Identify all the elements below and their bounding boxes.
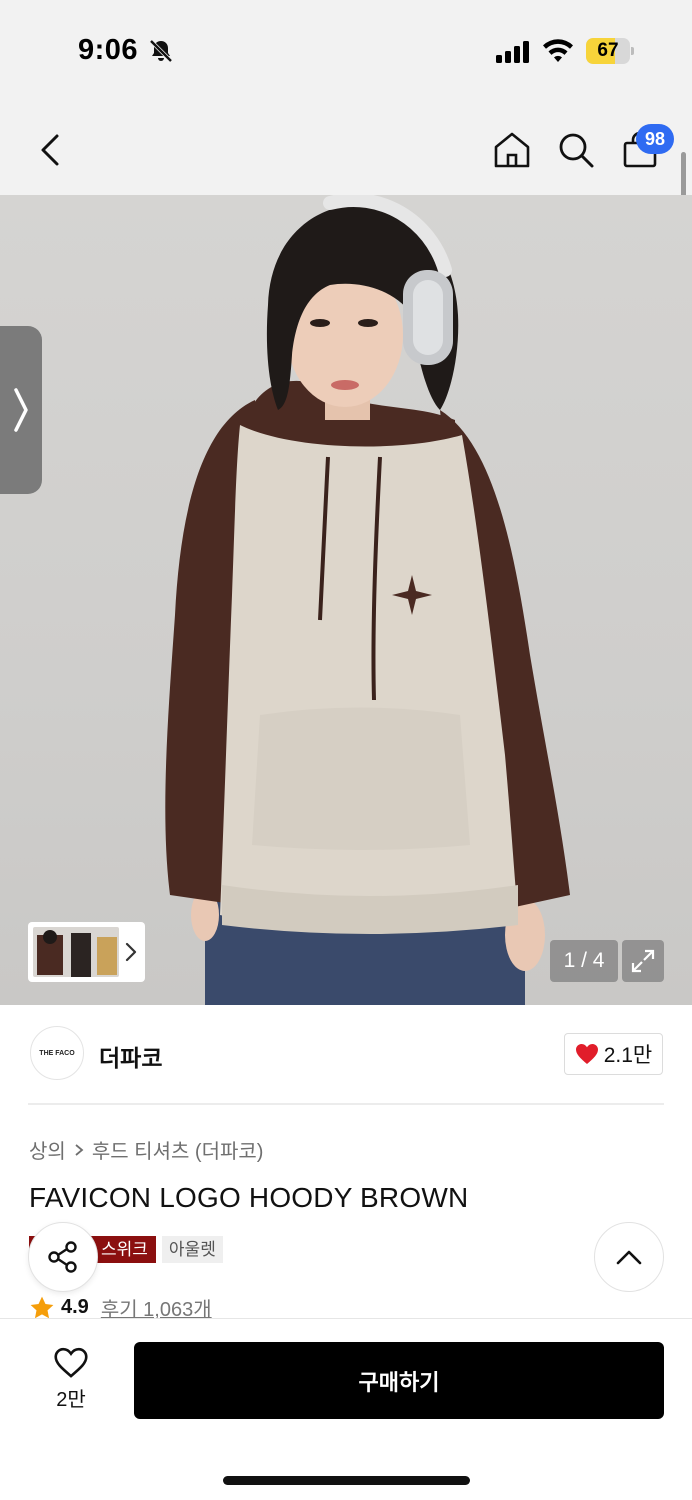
search-button[interactable] xyxy=(554,126,598,174)
divider xyxy=(28,1103,664,1105)
heart-filled-icon xyxy=(575,1044,598,1064)
fullscreen-button[interactable] xyxy=(622,940,664,982)
image-page-counter: 1 / 4 xyxy=(550,940,618,982)
battery-level: 67 xyxy=(597,40,619,61)
scroll-to-top-button[interactable] xyxy=(594,1222,664,1292)
outlet-badge: 아울렛 xyxy=(161,1236,223,1263)
heart-outline-icon xyxy=(54,1347,88,1378)
wishlist-button[interactable]: 2만 xyxy=(36,1344,106,1414)
chevron-right-icon xyxy=(75,1143,84,1156)
home-icon xyxy=(494,132,530,168)
star-icon xyxy=(30,1296,54,1318)
chevron-left-icon xyxy=(41,134,59,166)
back-button[interactable] xyxy=(30,126,70,174)
brand-like-button[interactable]: 2.1만 xyxy=(564,1033,663,1075)
top-navigation xyxy=(0,100,692,195)
search-icon xyxy=(559,133,594,168)
breadcrumb-subcategory[interactable]: 후드 티셔츠 (더파코) xyxy=(92,1135,264,1164)
thumbnail-image xyxy=(33,927,119,977)
side-panel-toggle[interactable] xyxy=(0,326,42,494)
brand-logo-text: THE FACO xyxy=(39,1049,75,1057)
breadcrumb: 상의 후드 티셔츠 (더파코) xyxy=(29,1135,263,1164)
product-image[interactable] xyxy=(0,195,692,1005)
home-button[interactable] xyxy=(490,126,534,174)
brand-name[interactable]: 더파코 xyxy=(99,1039,162,1073)
rating-value: 4.9 xyxy=(61,1296,89,1318)
related-thumbnails[interactable] xyxy=(28,922,145,982)
product-title: FAVICON LOGO HOODY BROWN xyxy=(29,1182,469,1213)
brand-logo[interactable]: THE FACO xyxy=(30,1026,84,1080)
bell-slash-icon xyxy=(148,38,174,69)
chevron-right-icon xyxy=(125,942,137,962)
breadcrumb-category[interactable]: 상의 xyxy=(29,1135,66,1164)
status-time: 9:06 xyxy=(78,34,139,66)
buy-button[interactable]: 구매하기 xyxy=(134,1342,664,1419)
status-bar: 9:06 67 xyxy=(0,0,692,100)
expand-icon xyxy=(631,949,655,973)
battery-icon: 67 xyxy=(586,38,634,64)
share-button[interactable] xyxy=(28,1222,98,1292)
event-badge-label: 스위크 xyxy=(101,1240,148,1259)
chevron-right-icon xyxy=(14,388,28,432)
home-indicator xyxy=(223,1476,470,1485)
share-icon xyxy=(48,1241,77,1273)
wifi-icon xyxy=(542,38,574,69)
cellular-signal-icon xyxy=(496,41,532,68)
wishlist-count: 2만 xyxy=(56,1388,86,1411)
chevron-up-icon xyxy=(616,1250,642,1265)
cart-count-badge: 98 xyxy=(636,124,674,154)
product-photo xyxy=(165,195,570,1005)
brand-like-count: 2.1만 xyxy=(603,1044,653,1067)
